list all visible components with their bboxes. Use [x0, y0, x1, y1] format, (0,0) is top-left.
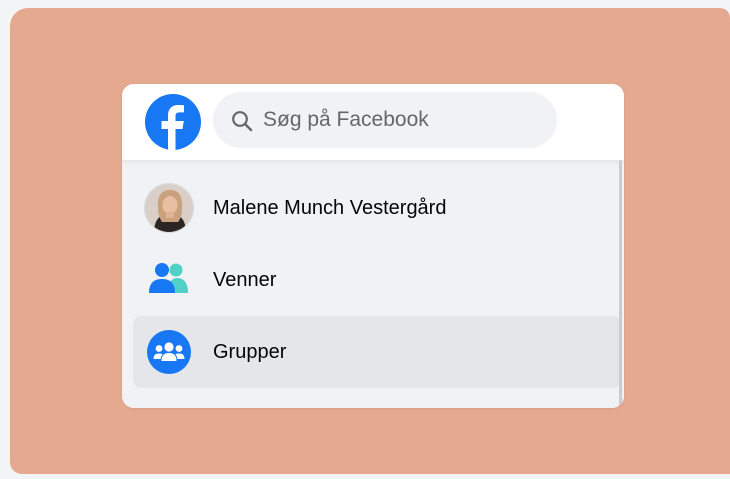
scrollbar[interactable] [619, 160, 622, 408]
menu-item-label: Venner [213, 268, 277, 291]
menu-item-friends[interactable]: Venner [133, 244, 621, 316]
facebook-panel: Malene Munch Vestergård Venner Grupper [122, 84, 624, 408]
groups-icon [147, 330, 191, 374]
menu-item-label: Grupper [213, 340, 287, 363]
friends-icon [149, 263, 188, 293]
search-bar[interactable] [213, 92, 557, 148]
search-icon [232, 111, 253, 132]
search-input[interactable] [263, 92, 543, 148]
menu-item-profile[interactable]: Malene Munch Vestergård [133, 172, 621, 244]
top-bar [122, 84, 624, 160]
profile-avatar [144, 183, 194, 233]
menu-item-groups[interactable]: Grupper [133, 316, 621, 388]
shortcut-menu: Malene Munch Vestergård Venner Grupper [122, 160, 624, 408]
facebook-logo-icon[interactable] [145, 94, 201, 150]
menu-item-label: Malene Munch Vestergård [213, 196, 447, 219]
